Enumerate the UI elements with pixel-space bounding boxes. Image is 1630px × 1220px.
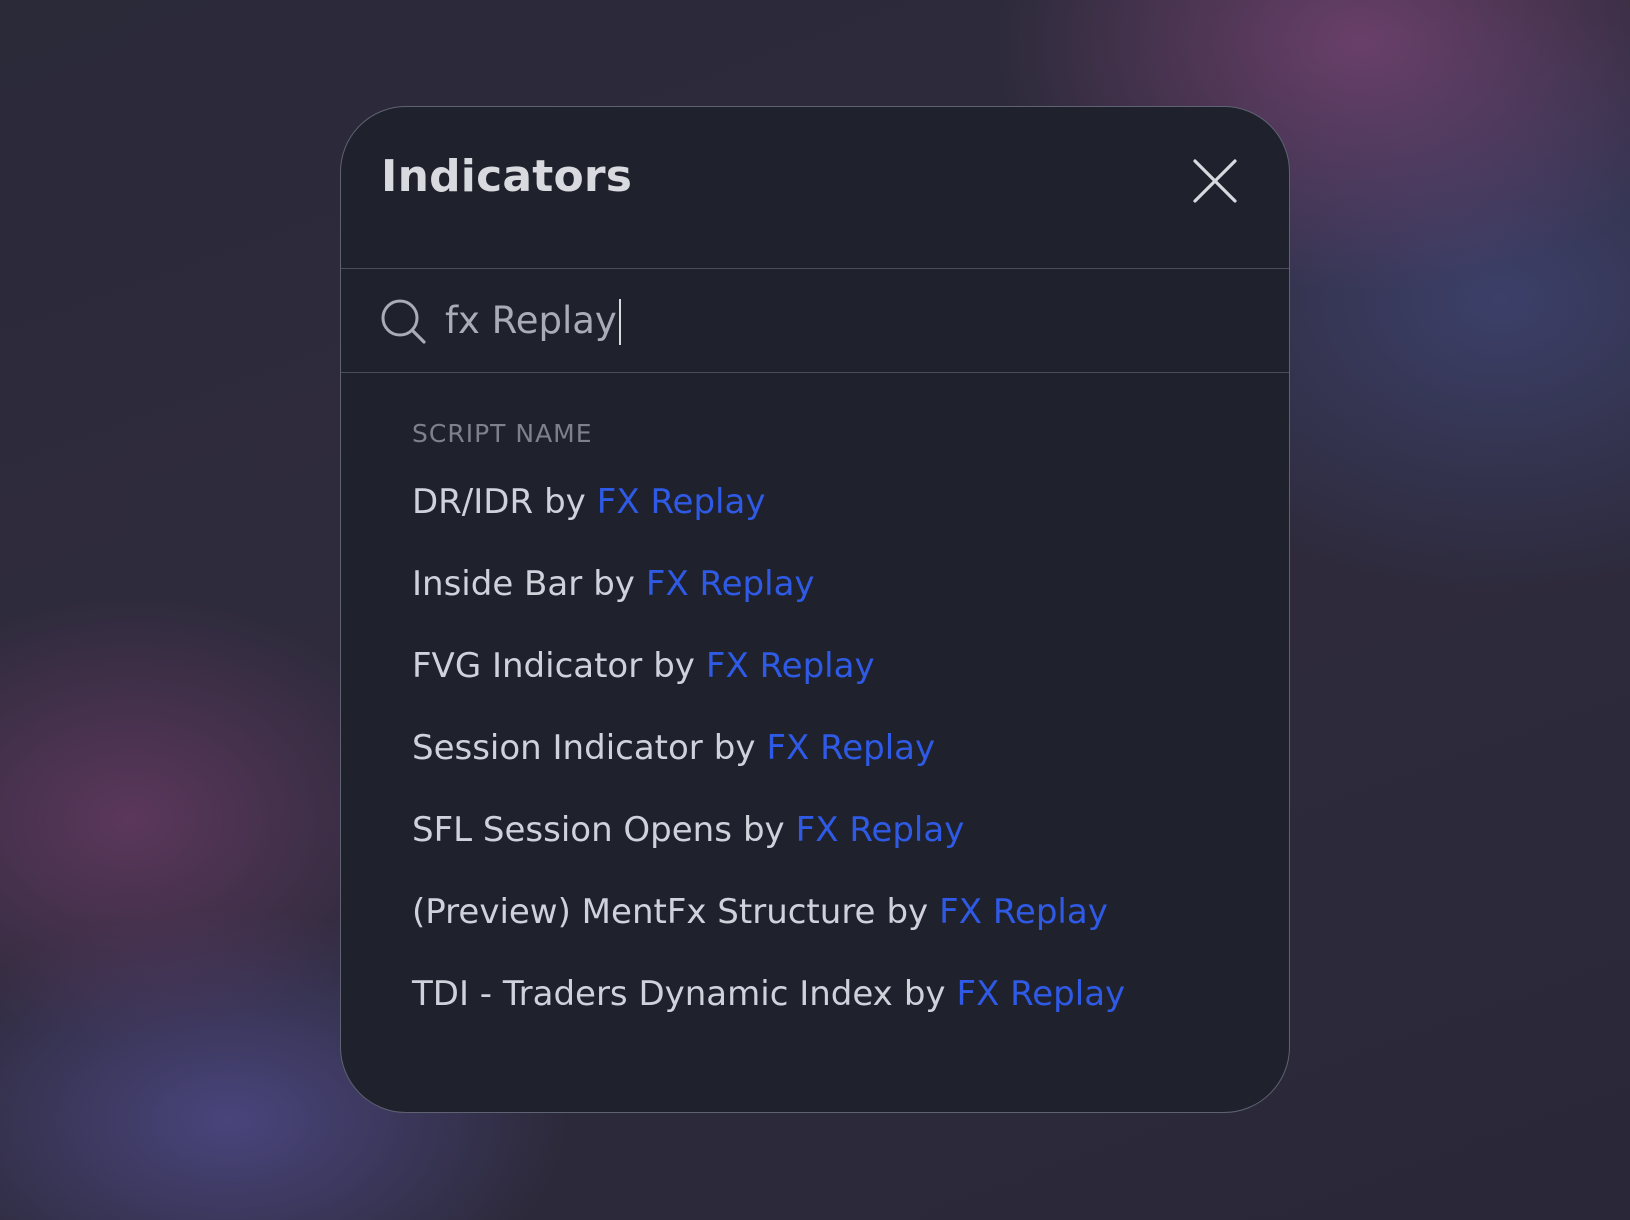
list-item[interactable]: DR/IDR by FX Replay <box>412 482 1289 564</box>
author-name: FX Replay <box>939 892 1108 932</box>
by-label: by <box>903 974 946 1014</box>
script-name: SFL Session Opens <box>412 810 732 850</box>
close-icon <box>1193 159 1237 203</box>
by-label: by <box>653 646 695 686</box>
results-list: SCRIPT NAME DR/IDR by FX Replay Inside Bar b… <box>341 373 1289 1056</box>
close-button[interactable] <box>1191 157 1239 205</box>
script-name: DR/IDR <box>412 482 534 522</box>
list-item[interactable]: Session Indicator by FX Replay <box>412 728 1289 810</box>
author-name: FX Replay <box>596 482 766 522</box>
search-input[interactable] <box>445 291 1225 349</box>
list-item[interactable]: FVG Indicator by FX Replay <box>412 646 1289 728</box>
script-name: Session Indicator <box>412 728 703 768</box>
results-items: DR/IDR by FX Replay Inside Bar by FX Replay FV… <box>412 482 1289 1056</box>
script-name: TDI - Traders Dynamic Index <box>412 974 893 1014</box>
by-label: by <box>713 728 756 768</box>
author-name: FX Replay <box>705 646 875 686</box>
by-label: by <box>742 810 785 850</box>
list-item[interactable]: Inside Bar by FX Replay <box>412 564 1289 646</box>
by-label: by <box>886 892 929 932</box>
section-label-script-name: SCRIPT NAME <box>412 419 593 448</box>
script-name: (Preview) MentFx Structure <box>412 892 876 932</box>
script-name: FVG Indicator <box>412 646 643 686</box>
author-name: FX Replay <box>645 564 815 604</box>
script-name: Inside Bar <box>412 564 583 604</box>
list-item[interactable]: TDI - Traders Dynamic Index by FX Replay <box>412 974 1289 1056</box>
by-label: by <box>593 564 635 604</box>
list-item[interactable]: (Preview) MentFx Structure by FX Replay <box>412 892 1289 974</box>
by-label: by <box>544 482 586 522</box>
dialog-header: Indicators <box>341 107 1289 269</box>
author-name: FX Replay <box>795 810 965 850</box>
search-icon <box>381 299 426 344</box>
text-caret <box>619 299 621 345</box>
indicators-dialog: Indicators SCRIPT NAME DR/IDRbyFX Replay… <box>340 106 1290 1113</box>
search-bar <box>341 269 1289 373</box>
list-item[interactable]: SFL Session Opens by FX Replay <box>412 810 1289 892</box>
author-name: FX Replay <box>766 728 936 768</box>
dialog-title: Indicators <box>381 151 633 202</box>
author-name: FX Replay <box>956 974 1126 1014</box>
